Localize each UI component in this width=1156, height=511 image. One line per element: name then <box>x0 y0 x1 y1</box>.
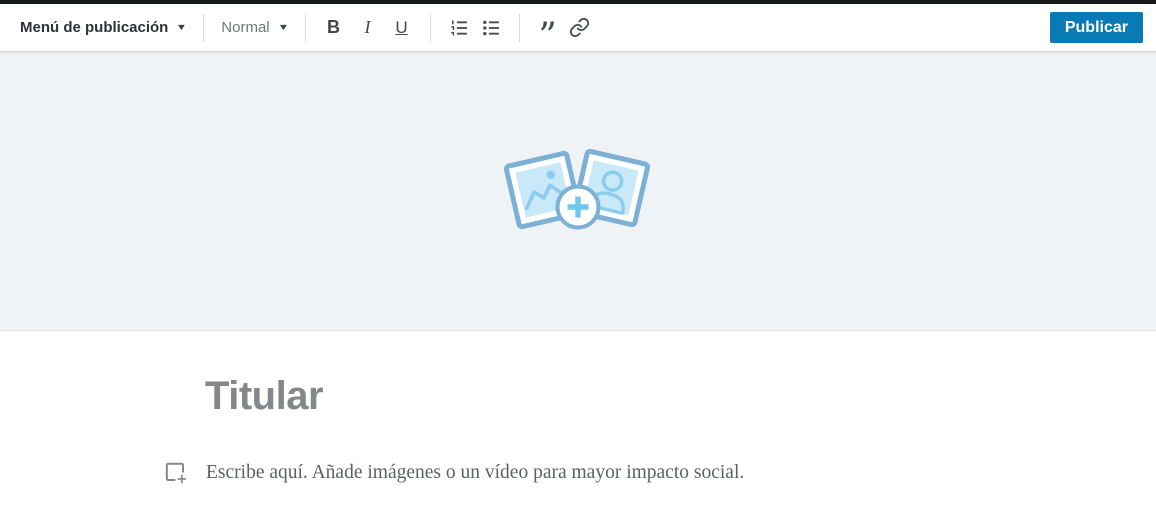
editor-content: Titular Escribe aquí. Añade imágenes o u… <box>0 331 1156 486</box>
list-format-group <box>448 14 502 42</box>
add-images-icon <box>498 143 658 239</box>
publish-menu-label: Menú de publicación <box>20 19 169 36</box>
link-button[interactable] <box>569 14 591 42</box>
title-input[interactable]: Titular <box>205 373 1156 419</box>
add-media-icon <box>162 459 189 486</box>
italic-button[interactable]: I <box>357 14 379 42</box>
body-row: Escribe aquí. Añade imágenes o un vídeo … <box>162 459 1156 486</box>
chevron-down-icon: ▼ <box>176 22 188 32</box>
cover-upload-area[interactable] <box>0 52 1156 331</box>
publish-menu-dropdown[interactable]: Menú de publicación ▼ <box>20 19 188 36</box>
body-input[interactable]: Escribe aquí. Añade imágenes o un vídeo … <box>206 462 744 484</box>
toolbar-separator <box>203 13 205 42</box>
toolbar-separator <box>304 13 306 42</box>
toolbar-separator <box>429 13 431 42</box>
toolbar-separator <box>518 13 520 42</box>
ordered-list-button[interactable] <box>448 14 470 42</box>
add-media-button[interactable] <box>162 459 189 486</box>
editor-toolbar: Menú de publicación ▼ Normal ▼ B I U ” P… <box>0 4 1156 54</box>
text-format-group: B I U <box>323 14 413 42</box>
paragraph-style-label: Normal <box>221 19 270 36</box>
blockquote-button[interactable]: ” <box>537 14 559 54</box>
unordered-list-icon <box>481 18 501 38</box>
insert-group: ” <box>537 14 591 54</box>
article-editor-page: Menú de publicación ▼ Normal ▼ B I U ” P… <box>0 0 1156 511</box>
paragraph-style-dropdown[interactable]: Normal ▼ <box>221 19 289 36</box>
link-icon <box>569 17 590 38</box>
ordered-list-icon <box>449 18 469 38</box>
publish-button[interactable]: Publicar <box>1049 12 1143 43</box>
bold-button[interactable]: B <box>323 14 345 42</box>
underline-button[interactable]: U <box>391 14 413 42</box>
unordered-list-button[interactable] <box>480 14 502 42</box>
chevron-down-icon: ▼ <box>277 22 289 32</box>
